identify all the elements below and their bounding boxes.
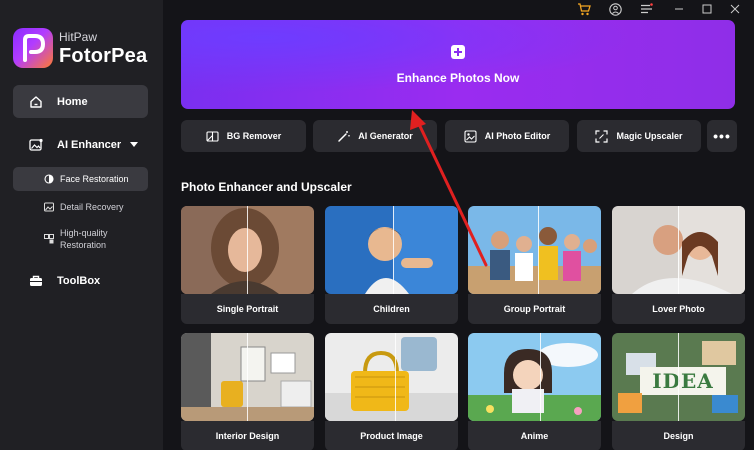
detail-image-icon [44, 202, 54, 212]
sidebar-subitem-face-restoration[interactable]: Face Restoration [13, 167, 148, 191]
minimize-icon[interactable] [672, 2, 686, 16]
card-label: Lover Photo [612, 294, 745, 324]
card-design[interactable]: IDEA [612, 333, 745, 421]
home-icon [29, 95, 43, 109]
sidebar: HitPaw FotorPea Home AI Enhancer Face Re… [0, 0, 163, 450]
anime-thumbnail [468, 333, 601, 421]
sidebar-subitem-hq-restoration[interactable]: High-quality Restoration [13, 225, 148, 253]
upscale-icon [595, 129, 609, 143]
enhance-photos-now-button[interactable]: Enhance Photos Now [181, 20, 735, 109]
ai-generator-button[interactable]: AI Generator [313, 120, 437, 152]
sidebar-item-toolbox[interactable]: ToolBox [13, 270, 148, 292]
card-group-portrait[interactable] [468, 206, 601, 294]
sidebar-subitem-detail-recovery[interactable]: Detail Recovery [13, 197, 148, 217]
sidebar-item-ai-enhancer[interactable]: AI Enhancer [13, 134, 148, 156]
card-label: Anime [468, 421, 601, 450]
menu-icon[interactable] [639, 2, 653, 16]
group-portrait-thumbnail [468, 206, 601, 294]
product-image-thumbnail [325, 333, 458, 421]
sidebar-item-label: Home [57, 95, 88, 108]
fotorpea-logo-icon [13, 28, 53, 68]
sidebar-subitem-label-line2: Restoration [60, 240, 107, 250]
tool-label: BG Remover [226, 131, 282, 141]
photo-editor-icon [464, 129, 477, 143]
chevron-down-icon[interactable] [130, 142, 138, 147]
plus-icon [451, 44, 465, 59]
sidebar-item-label: AI Enhancer [57, 139, 122, 151]
close-icon[interactable] [728, 2, 742, 16]
cart-icon[interactable] [577, 2, 591, 16]
more-tools-button[interactable]: ••• [707, 120, 737, 152]
card-label: Design [612, 421, 745, 450]
face-icon [44, 174, 54, 184]
sidebar-subitem-label-line1: High-quality [60, 228, 108, 238]
brand-small: HitPaw [59, 29, 98, 44]
design-sign-text: IDEA [652, 369, 714, 393]
tool-label: Magic Upscaler [616, 131, 683, 141]
bg-remover-button[interactable]: BG Remover [181, 120, 306, 152]
toolbox-icon [29, 274, 43, 288]
sidebar-item-home[interactable]: Home [13, 85, 148, 118]
sidebar-subitem-label: Detail Recovery [60, 202, 124, 212]
card-interior-design[interactable] [181, 333, 314, 421]
brand-name: FotorPea [59, 44, 148, 67]
tool-label: AI Photo Editor [484, 131, 551, 141]
card-label: Product Image [325, 421, 458, 450]
card-lover-photo[interactable] [612, 206, 745, 294]
user-icon[interactable] [608, 2, 622, 16]
card-product-image[interactable] [325, 333, 458, 421]
ai-photo-editor-button[interactable]: AI Photo Editor [445, 120, 569, 152]
sidebar-subitem-label: Face Restoration [60, 174, 129, 184]
image-enhance-icon [29, 138, 43, 152]
section-title: Photo Enhancer and Upscaler [181, 180, 352, 194]
card-children[interactable] [325, 206, 458, 294]
card-label: Group Portrait [468, 294, 601, 324]
children-thumbnail [325, 206, 458, 294]
card-anime[interactable] [468, 333, 601, 421]
magic-wand-icon [337, 130, 351, 143]
card-label: Single Portrait [181, 294, 314, 324]
app-logo: HitPaw FotorPea [13, 28, 147, 68]
card-single-portrait[interactable] [181, 206, 314, 294]
bg-remover-icon [206, 130, 219, 143]
sidebar-item-label: ToolBox [57, 275, 101, 287]
card-label: Children [325, 294, 458, 324]
tool-label: AI Generator [358, 131, 413, 141]
maximize-icon[interactable] [700, 2, 714, 16]
magic-upscaler-button[interactable]: Magic Upscaler [577, 120, 701, 152]
more-icon: ••• [713, 128, 731, 144]
restoration-icon [44, 234, 54, 244]
hero-label: Enhance Photos Now [396, 70, 520, 85]
card-label: Interior Design [181, 421, 314, 450]
